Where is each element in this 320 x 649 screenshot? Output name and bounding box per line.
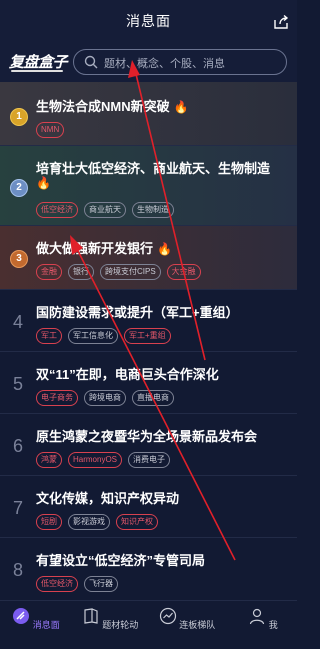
tag[interactable]: 商业航天 (84, 202, 126, 218)
tag[interactable]: 军工信息化 (68, 328, 118, 344)
page-title: 消息面 (126, 13, 171, 29)
search-placeholder: 题材、概念、个股、消息 (104, 58, 225, 70)
chart-circle-icon (159, 607, 176, 625)
tab-me[interactable]: 我 (233, 607, 293, 631)
tag[interactable]: 影视游戏 (68, 514, 110, 530)
bottom-tab-bar: 消息面 题材轮动 连板梯队 我 (0, 600, 297, 649)
item-title: 文化传媒，知识产权异动 (36, 491, 180, 506)
tag[interactable]: HarmonyOS (68, 452, 123, 468)
tag[interactable]: 低空经济 (36, 202, 78, 218)
tag[interactable]: 飞行器 (84, 576, 118, 592)
tab-label: 题材轮动 (102, 620, 139, 630)
tag[interactable]: 金融 (36, 264, 62, 280)
list-item[interactable]: 4 国防建设需求或提升（军工+重组） 军工 军工信息化 军工+重组 (0, 290, 297, 352)
bronze-medal-icon: 3 (10, 250, 28, 268)
tab-news[interactable]: 消息面 (6, 607, 66, 631)
search-icon (84, 55, 98, 69)
gold-medal-icon: 1 (10, 108, 28, 126)
list-item[interactable]: 3 做大做强新开发银行 🔥 金融 银行 跨境支付CIPS 大金融 (0, 226, 297, 290)
tag[interactable]: 银行 (68, 264, 94, 280)
list-item[interactable]: 5 双“11”在即，电商巨头合作深化 电子商务 跨境电商 直播电商 (0, 352, 297, 414)
item-title: 双“11”在即，电商巨头合作深化 (36, 367, 219, 382)
tab-theme-rotation[interactable]: 题材轮动 (80, 607, 140, 631)
tag[interactable]: 军工+重组 (124, 328, 171, 344)
item-title: 国防建设需求或提升（军工+重组） (36, 305, 239, 320)
tab-limit-up-ladder[interactable]: 连板梯队 (157, 607, 217, 631)
item-title: 原生鸿蒙之夜暨华为全场景新品发布会 (36, 429, 258, 444)
item-title-fire: 🔥 (36, 175, 51, 190)
tab-label: 我 (268, 620, 278, 630)
tag[interactable]: 知识产权 (116, 514, 158, 530)
user-icon (250, 608, 265, 625)
rank-number: 6 (12, 436, 23, 456)
list-item[interactable]: 1 生物法合成NMN新突破 🔥 NMN (0, 82, 297, 146)
tag[interactable]: 大金融 (166, 264, 201, 280)
tag[interactable]: 军工 (36, 328, 62, 344)
logo-underline (11, 70, 63, 72)
tag[interactable]: 电子商务 (36, 390, 78, 406)
search-input[interactable]: 题材、概念、个股、消息 (73, 49, 287, 75)
share-icon[interactable] (273, 14, 289, 30)
list-item[interactable]: 8 有望设立“低空经济”专管司局 低空经济 飞行器 (0, 538, 297, 600)
rank-number: 8 (12, 560, 23, 580)
list-item[interactable]: 2 培育壮大低空经济、商业航天、生物制造 🔥 低空经济 商业航天 生物制造 (0, 146, 297, 226)
item-title: 培育壮大低空经济、商业航天、生物制造 (36, 161, 271, 176)
tag[interactable]: 消费电子 (128, 452, 171, 468)
tag[interactable]: 鸿蒙 (36, 452, 62, 468)
rank-number: 7 (12, 498, 23, 518)
tag[interactable]: 短剧 (36, 514, 62, 530)
rank-number: 5 (12, 374, 23, 394)
list-item[interactable]: 6 原生鸿蒙之夜暨华为全场景新品发布会 鸿蒙 HarmonyOS 消费电子 (0, 414, 297, 476)
silver-medal-icon: 2 (10, 179, 28, 197)
tag[interactable]: 生物制造 (132, 202, 174, 218)
top-bar: 消息面 (0, 0, 297, 42)
app-logo: 复盘盒子 (9, 54, 68, 71)
tag[interactable]: 跨境电商 (84, 390, 126, 406)
search-row: 复盘盒子 题材、概念、个股、消息 (0, 42, 297, 82)
tag[interactable]: 跨境支付CIPS (100, 264, 161, 280)
tag[interactable]: NMN (36, 122, 65, 138)
fire-icon: 🔥 (36, 176, 51, 190)
tag[interactable]: 直播电商 (132, 390, 174, 406)
item-title: 生物法合成NMN新突破 🔥 (36, 99, 189, 114)
tag[interactable]: 低空经济 (36, 576, 78, 592)
book-icon (84, 608, 98, 624)
item-title: 做大做强新开发银行 🔥 (36, 241, 172, 256)
item-title: 有望设立“低空经济”专管司局 (36, 553, 206, 568)
fire-icon: 🔥 (157, 242, 172, 256)
tab-label: 连板梯队 (179, 620, 216, 630)
tab-label: 消息面 (32, 620, 60, 630)
list-item[interactable]: 7 文化传媒，知识产权异动 短剧 影视游戏 知识产权 (0, 476, 297, 538)
fire-icon: 🔥 (173, 100, 189, 114)
news-icon (13, 608, 30, 624)
rank-number: 4 (12, 312, 23, 332)
